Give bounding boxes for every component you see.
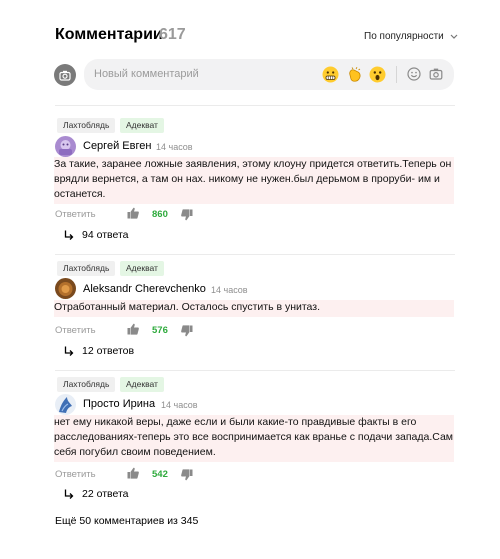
comment-author[interactable]: Просто Ирина — [83, 398, 155, 410]
comment-body: нет ему никакой веры, даже если и были к… — [54, 415, 454, 462]
camera-icon — [59, 70, 71, 81]
user-tag: Адекват — [120, 261, 164, 276]
comment-text: Отработанный материал. Осталось спустить… — [54, 301, 321, 313]
grimace-emoji-icon[interactable] — [322, 66, 339, 83]
thumbs-up-icon[interactable] — [127, 323, 139, 335]
comment-author[interactable]: Aleksandr Cherevchenko — [83, 283, 206, 295]
replies-count: 22 ответа — [82, 488, 129, 500]
avatar[interactable] — [55, 278, 76, 299]
comments-title: Комментарии — [55, 26, 163, 43]
divider — [55, 370, 455, 371]
likes-count: 860 — [152, 209, 168, 220]
thumbs-up-icon[interactable] — [127, 467, 139, 479]
composer-divider — [396, 66, 397, 83]
comment-time: 14 часов — [161, 400, 198, 410]
reply-button[interactable]: Ответить — [55, 469, 96, 480]
thumbs-down-icon[interactable] — [181, 469, 193, 481]
user-tag: Адекват — [120, 118, 164, 133]
divider — [55, 254, 455, 255]
clap-emoji-icon[interactable] — [346, 66, 363, 83]
likes-count: 576 — [152, 325, 168, 336]
comment-body: За такие, заранее ложные заявления, этом… — [54, 157, 454, 204]
comment-time: 14 часов — [211, 285, 248, 295]
reply-arrow-icon — [64, 346, 74, 356]
user-tag: Лахтоблядь — [57, 261, 116, 276]
thumbs-down-icon[interactable] — [181, 209, 193, 221]
new-comment-placeholder: Новый комментарий — [94, 68, 199, 80]
comments-count: 617 — [159, 26, 186, 43]
avatar[interactable] — [55, 394, 76, 415]
load-more-comments[interactable]: Ещё 50 комментариев из 345 — [55, 515, 198, 527]
replies-count: 12 ответов — [82, 345, 135, 357]
likes-count: 542 — [152, 469, 168, 480]
camera-icon[interactable] — [429, 67, 443, 81]
smile-icon[interactable] — [407, 67, 421, 81]
user-tag: Лахтоблядь — [57, 377, 116, 392]
reply-button[interactable]: Ответить — [55, 209, 96, 220]
reply-button[interactable]: Ответить — [55, 325, 96, 336]
comment-body: Отработанный материал. Осталось спустить… — [54, 300, 454, 317]
replies-thread-link[interactable]: 94 ответа — [64, 229, 129, 241]
surprised-emoji-icon[interactable] — [369, 66, 386, 83]
thumbs-down-icon[interactable] — [181, 325, 193, 337]
comment-time: 14 часов — [156, 142, 193, 152]
replies-thread-link[interactable]: 22 ответа — [64, 488, 129, 500]
reply-arrow-icon — [64, 230, 74, 240]
avatar[interactable] — [55, 136, 76, 157]
divider — [55, 105, 455, 106]
comment-text: За такие, заранее ложные заявления, этом… — [54, 158, 452, 200]
sort-label: По популярности — [364, 31, 444, 42]
comment-author[interactable]: Сергей Евген — [83, 140, 151, 152]
comment-text: нет ему никакой веры, даже если и были к… — [54, 416, 454, 458]
replies-count: 94 ответа — [82, 229, 129, 241]
chevron-down-icon — [450, 34, 458, 39]
user-tag: Адекват — [120, 377, 164, 392]
sort-dropdown[interactable]: По популярности — [364, 31, 458, 42]
user-tag: Лахтоблядь — [57, 118, 116, 133]
replies-thread-link[interactable]: 12 ответов — [64, 345, 134, 357]
current-user-avatar[interactable] — [54, 64, 76, 86]
reply-arrow-icon — [64, 489, 74, 499]
thumbs-up-icon[interactable] — [127, 207, 139, 219]
